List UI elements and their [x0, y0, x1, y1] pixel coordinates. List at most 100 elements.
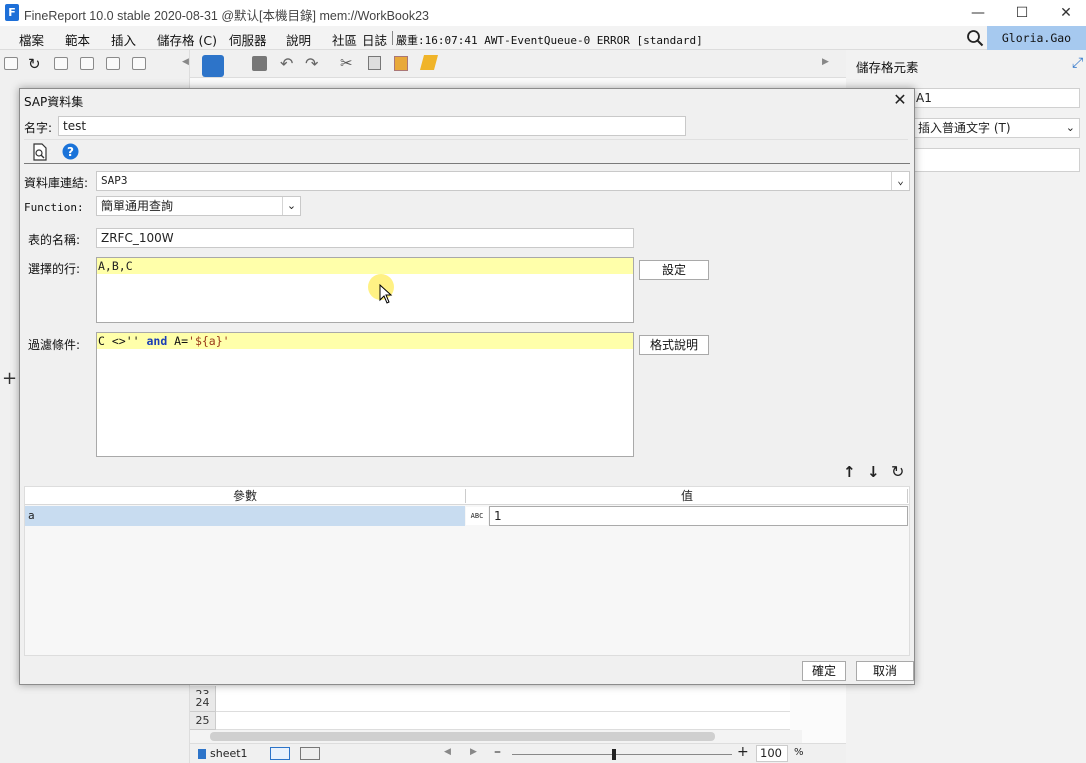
expand-icon[interactable]: ⤢: [1072, 55, 1083, 71]
save-icon[interactable]: [252, 56, 267, 71]
chevron-down-icon: ⌄: [891, 172, 909, 190]
maximize-icon[interactable]: ☐: [1012, 3, 1032, 23]
zoom-input[interactable]: 100: [756, 745, 788, 762]
table-row[interactable]: [216, 694, 790, 712]
param-value-input[interactable]: 1: [489, 506, 908, 526]
delete-icon[interactable]: [106, 57, 120, 70]
designer-toolbar: ↶ ↷ ✂ ▶: [190, 50, 846, 78]
format-brush-icon[interactable]: [419, 55, 439, 70]
menu-server[interactable]: 伺服器: [229, 30, 267, 49]
table-row[interactable]: a ABC 1: [25, 506, 909, 526]
redo-icon[interactable]: ↷: [305, 54, 318, 73]
title-bar: F FineReport 10.0 stable 2020-08-31 @默认[…: [0, 0, 1086, 26]
table-name-label: 表的名稱:: [28, 233, 81, 247]
cut-icon[interactable]: ✂: [340, 54, 353, 72]
close-window-icon[interactable]: ✕: [1056, 3, 1076, 23]
menu-template[interactable]: 範本: [65, 30, 90, 49]
param-column-header: 參數: [232, 489, 257, 503]
refresh-params-icon[interactable]: ↻: [891, 462, 904, 481]
function-value: 簡單通用查詢: [101, 199, 174, 213]
cell-element-title: 儲存格元素: [856, 60, 919, 75]
table-header: 參數 值: [25, 487, 909, 505]
undo-icon[interactable]: ↶: [280, 54, 293, 73]
new-template-icon[interactable]: [4, 57, 18, 70]
add-sheet-icon[interactable]: [270, 747, 290, 760]
move-down-icon[interactable]: ↓: [867, 463, 880, 481]
filter-part: A=: [167, 334, 189, 348]
menu-community[interactable]: 社區: [332, 30, 357, 49]
set-button[interactable]: 設定: [639, 260, 709, 280]
filter-part: C <>'': [98, 334, 147, 348]
cancel-button[interactable]: 取消: [856, 661, 914, 681]
sheet-tab[interactable]: sheet1: [210, 747, 248, 760]
insert-type-label: 插入普通文字 (T): [918, 121, 1011, 135]
name-input[interactable]: test: [58, 116, 686, 136]
param-name-cell[interactable]: a: [25, 506, 465, 526]
menu-cell[interactable]: 儲存格 (C): [157, 30, 217, 49]
log-message: 嚴重:16:07:41 AWT-EventQueue-0 ERROR [stan…: [396, 34, 703, 47]
filter-label: 過濾條件:: [28, 338, 81, 352]
type-selector-icon[interactable]: ABC: [466, 507, 488, 525]
chevron-down-icon: ⌄: [282, 197, 300, 215]
menu-bar: 檔案 範本 插入 儲存格 (C) 伺服器 說明 社區 日誌 嚴重:16:07:4…: [0, 26, 1086, 50]
function-select[interactable]: 簡單通用查詢 ⌄: [96, 196, 301, 216]
move-up-icon[interactable]: ↑: [843, 463, 856, 481]
preview-icon[interactable]: [32, 143, 48, 161]
filter-editor[interactable]: C <>'' and A='${a}': [96, 332, 634, 457]
menu-file[interactable]: 檔案: [19, 30, 44, 49]
table-name-input[interactable]: ZRFC_100W: [96, 228, 634, 248]
add-icon[interactable]: +: [2, 368, 17, 389]
copy-cell-icon[interactable]: [368, 56, 381, 70]
zoom-slider[interactable]: [512, 754, 732, 755]
zoom-in-icon[interactable]: +: [737, 744, 749, 760]
ok-button[interactable]: 確定: [802, 661, 846, 681]
chevron-down-icon: ⌄: [1065, 121, 1075, 134]
columns-editor[interactable]: A,B,C: [96, 257, 634, 323]
row-header[interactable]: 25: [190, 712, 216, 730]
insert-type-select[interactable]: 插入普通文字 (T) ⌄: [912, 118, 1080, 138]
zoom-out-icon[interactable]: –: [494, 744, 501, 760]
collapse-left-icon[interactable]: ◀: [182, 57, 189, 67]
db-connection-select[interactable]: SAP3 ⌄: [96, 171, 910, 191]
function-label: Function:: [24, 201, 84, 214]
add-report-icon[interactable]: [300, 747, 320, 760]
user-badge[interactable]: Gloria.Gao: [987, 26, 1086, 50]
paste-icon[interactable]: [394, 56, 408, 71]
next-sheet-icon[interactable]: ▶: [470, 747, 477, 757]
mouse-cursor-icon: [379, 284, 393, 304]
settings-icon[interactable]: [80, 57, 94, 70]
search-icon[interactable]: [966, 29, 984, 47]
help-icon[interactable]: ?: [62, 143, 79, 160]
table-row[interactable]: [216, 712, 790, 730]
scrollbar-thumb[interactable]: [210, 732, 715, 741]
cell-ref-field[interactable]: A1: [912, 88, 1080, 108]
format-help-button[interactable]: 格式說明: [639, 335, 709, 355]
menu-insert[interactable]: 插入: [111, 30, 136, 49]
menu-log[interactable]: 日誌: [362, 30, 387, 49]
columns-text: A,B,C: [97, 258, 633, 274]
open-icon[interactable]: [54, 57, 68, 70]
prev-sheet-icon[interactable]: ◀: [444, 747, 451, 757]
divider: [24, 139, 908, 140]
sap-dataset-dialog: SAP資料集 ✕ 名字: test ? 資料庫連結: SAP3 ⌄ Functi…: [19, 88, 915, 685]
menu-help[interactable]: 說明: [286, 30, 311, 49]
copy-icon[interactable]: [132, 57, 146, 70]
window-title: FineReport 10.0 stable 2020-08-31 @默认[本機…: [24, 9, 429, 23]
row-header[interactable]: 24: [190, 694, 216, 712]
zoom-unit: %: [794, 747, 804, 758]
collapse-right-icon[interactable]: ▶: [822, 57, 829, 67]
name-label: 名字:: [24, 121, 53, 135]
menu-divider: [392, 31, 393, 45]
parameter-table: 參數 值 a ABC 1: [24, 486, 910, 656]
cell-value-field[interactable]: [912, 148, 1080, 172]
db-connection-value: SAP3: [101, 174, 128, 187]
horizontal-scrollbar[interactable]: [190, 730, 802, 743]
value-column-header: 值: [680, 489, 693, 503]
minimize-icon[interactable]: —: [968, 3, 988, 23]
filter-string: '${a}': [188, 334, 230, 348]
dialog-close-icon[interactable]: ✕: [890, 90, 910, 110]
zoom-slider-handle[interactable]: [612, 749, 616, 760]
refresh-icon[interactable]: ↻: [28, 55, 41, 73]
db-connection-label: 資料庫連結:: [24, 176, 89, 190]
dataset-icon[interactable]: [202, 55, 224, 77]
